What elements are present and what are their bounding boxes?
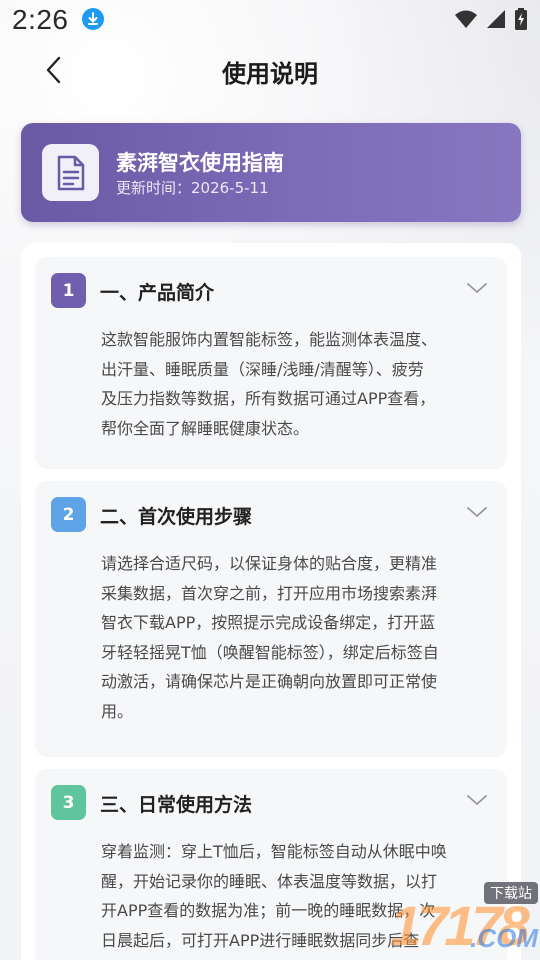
- download-icon: [82, 8, 104, 30]
- section-header[interactable]: 1 一、产品简介: [35, 257, 507, 327]
- section-first-use-steps: 2 二、首次使用步骤 请选择合适尺码，以保证身体的贴合度，更精准 采集数据，首次…: [35, 481, 507, 757]
- section-text-line: 智衣下载APP，按照提示完成设备绑定，打开蓝: [101, 613, 436, 632]
- section-number-badge: 2: [51, 497, 86, 532]
- section-number-badge: 3: [51, 785, 86, 820]
- section-text-line: 采集数据，首次穿之前，打开应用市场搜索素湃: [101, 583, 438, 603]
- status-time: 2:26: [12, 4, 69, 35]
- status-icons: [454, 8, 528, 30]
- watermark-suffix: .COM: [470, 923, 538, 953]
- section-text-line: 出汗量、睡眠质量（深睡/浅睡/清醒等）、疲劳: [101, 359, 424, 379]
- chevron-down-icon[interactable]: [465, 791, 489, 809]
- section-text-line: 用。: [101, 701, 134, 721]
- guide-title: 素湃智衣使用指南: [116, 151, 284, 175]
- section-header[interactable]: 2 二、首次使用步骤: [35, 481, 507, 551]
- section-text-line: 这款智能服饰内置智能标签，能监测体表温度、: [101, 330, 438, 349]
- document-icon: [57, 155, 84, 190]
- watermark-logo: 下载站 17178 .COM: [390, 880, 540, 960]
- chevron-down-icon[interactable]: [465, 503, 489, 521]
- section-body: 这款智能服饰内置智能标签，能监测体表温度、 出汗量、睡眠质量（深睡/浅睡/清醒等…: [101, 325, 483, 443]
- section-body: 请选择合适尺码，以保证身体的贴合度，更精准 采集数据，首次穿之前，打开应用市场搜…: [101, 549, 483, 726]
- guide-header-card: 素湃智衣使用指南 更新时间：2026-5-11: [21, 123, 521, 222]
- battery-charging-icon: [515, 8, 527, 30]
- section-product-intro: 1 一、产品简介 这款智能服饰内置智能标签，能监测体表温度、 出汗量、睡眠质量（…: [35, 257, 507, 469]
- section-title: 一、产品简介: [100, 282, 215, 304]
- guide-updated-time: 更新时间：2026-5-11: [116, 179, 269, 197]
- nav-bar: 使用说明: [0, 44, 540, 100]
- section-text-line: 动激活，请确保芯片是正确朝向放置即可正常使: [101, 672, 438, 691]
- section-text-line: 及压力指数等数据，所有数据可通过APP查看，: [101, 389, 436, 408]
- section-text-line: 牙轻轻摇晃T恤（唤醒智能标签），绑定后标签自: [101, 642, 439, 662]
- section-text-line: 请选择合适尺码，以保证身体的贴合度，更精准: [101, 554, 438, 573]
- section-text-line: 穿着监测：穿上T恤后，智能标签自动从休眠中唤: [101, 842, 447, 861]
- section-header[interactable]: 3 三、日常使用方法: [35, 769, 507, 839]
- section-title: 二、首次使用步骤: [100, 506, 253, 528]
- document-icon-box: [42, 144, 99, 201]
- instructions-panel: 1 一、产品简介 这款智能服饰内置智能标签，能监测体表温度、 出汗量、睡眠质量（…: [21, 243, 521, 960]
- signal-icon: [487, 10, 505, 28]
- page-title: 使用说明: [222, 60, 318, 88]
- chevron-down-icon[interactable]: [465, 279, 489, 297]
- wifi-icon: [455, 10, 477, 28]
- section-number-badge: 1: [51, 273, 86, 308]
- status-bar: 2:26: [0, 0, 540, 44]
- app-screen: 2:26 使用说明 素湃智衣使用指南 更新时间：2026-5-11 1 一、产品…: [0, 0, 540, 960]
- section-title: 三、日常使用方法: [100, 794, 253, 816]
- section-text-line: 帮你全面了解睡眠健康状态。: [101, 418, 310, 438]
